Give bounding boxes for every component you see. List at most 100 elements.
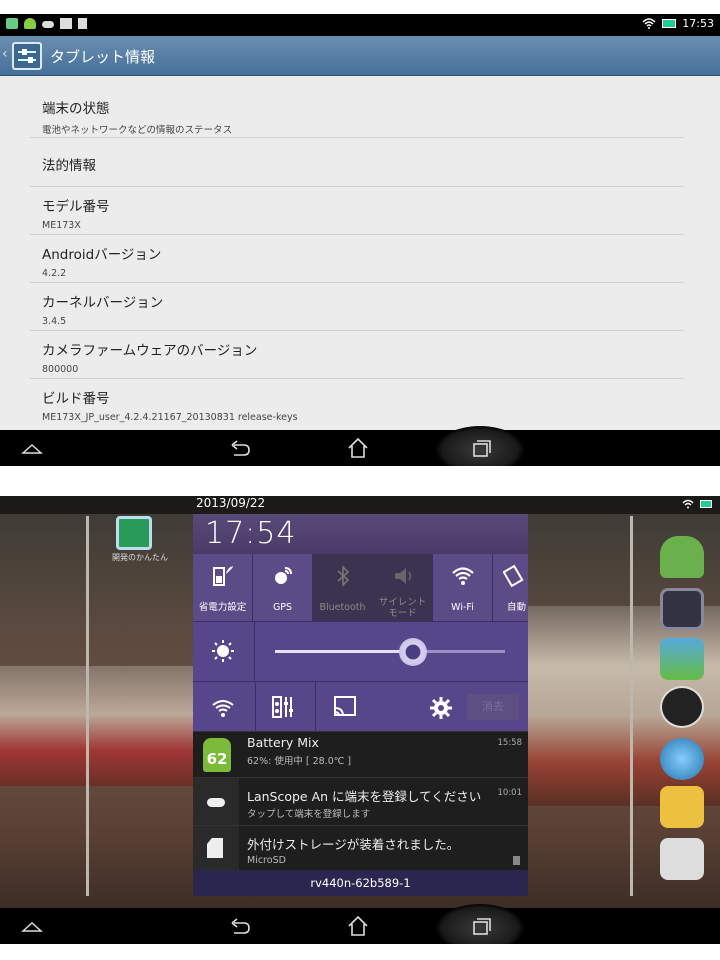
list-item-android-version[interactable]: Androidバージョン 4.2.2 xyxy=(30,235,684,283)
battery-icon xyxy=(700,500,712,508)
battery-icon xyxy=(662,19,677,28)
notification-battery-mix[interactable]: 62 Battery Mix 62%: 使用中 [ 28.0℃ ] 15:58 xyxy=(193,731,528,778)
notification-time: 10:01 xyxy=(497,788,523,798)
item-title: カーネルバージョン xyxy=(42,295,164,311)
sd-icon xyxy=(60,18,72,29)
clear-button[interactable]: 消去 xyxy=(467,694,519,720)
file-icon xyxy=(78,18,87,29)
item-subtitle: ME173X_JP_user_4.2.4.21167_20130831 rele… xyxy=(42,412,298,423)
item-title: カメラファームウェアのバージョン xyxy=(42,343,258,359)
menu-up-icon[interactable] xyxy=(18,437,46,459)
item-title: Androidバージョン xyxy=(42,247,162,263)
gallery-app-icon[interactable] xyxy=(660,638,710,684)
item-subtitle: ME173X xyxy=(42,220,81,231)
brightness-row xyxy=(193,621,528,682)
qs-label: 省電力設定 xyxy=(198,602,247,613)
notification-icon xyxy=(6,18,18,29)
brightness-icon[interactable] xyxy=(211,639,235,663)
bluetooth-icon xyxy=(337,565,350,587)
notification-subtitle: 62%: 使用中 [ 28.0℃ ] xyxy=(247,756,352,767)
wifi-icon xyxy=(452,567,474,585)
notification-subtitle: タップして端末を登録します xyxy=(247,809,371,820)
notification-lanscope[interactable]: LanScope An に端末を登録してください タップして端末を登録します 1… xyxy=(193,777,528,826)
sd-small-icon xyxy=(513,856,520,865)
globe-app-icon[interactable] xyxy=(660,738,710,784)
settings-list: 端末の状態 電池やネットワークなどの情報のステータス 法的情報 モデル番号 ME… xyxy=(30,76,684,427)
screen-cast-icon[interactable] xyxy=(331,694,359,720)
notification-storage[interactable]: 外付けストレージが装着されました。 MicroSD xyxy=(193,825,528,871)
item-subtitle: 4.2.2 xyxy=(42,268,67,279)
page-title: タブレット情報 xyxy=(50,48,156,66)
cloud-icon xyxy=(193,778,239,826)
notification-time: 15:58 xyxy=(497,738,523,748)
item-title: 端末の状態 xyxy=(42,101,110,117)
qs-label: GPS xyxy=(272,602,293,613)
power-saver-icon xyxy=(213,566,233,586)
qs-auto-rotate[interactable]: 自動 xyxy=(493,554,528,621)
notification-subtitle: MicroSD xyxy=(247,855,286,866)
android-mascot-icon[interactable] xyxy=(660,536,710,582)
wifi-icon xyxy=(642,18,656,29)
item-subtitle: 電池やネットワークなどの情報のステータス xyxy=(42,125,233,136)
list-item-camera-firmware: カメラファームウェアのバージョン 800000 xyxy=(30,331,684,379)
list-item-status[interactable]: 端末の状態 電池やネットワークなどの情報のステータス xyxy=(30,76,684,138)
qs-bluetooth[interactable]: Bluetooth xyxy=(313,554,373,621)
app-drawer-icon[interactable] xyxy=(660,686,710,732)
sd-card-icon xyxy=(193,826,239,871)
menu-up-icon[interactable] xyxy=(18,915,46,937)
cloud-icon xyxy=(42,21,54,28)
back-caret-icon[interactable]: ‹ xyxy=(2,46,8,62)
qs-wifi[interactable]: Wi-Fi xyxy=(433,554,493,621)
notification-title: LanScope An に端末を登録してください xyxy=(247,789,482,804)
brightness-thumb[interactable] xyxy=(399,638,427,666)
home-icon[interactable] xyxy=(344,437,372,459)
wallpaper-train-left xyxy=(0,666,200,786)
qs-power-saver[interactable]: 省電力設定 xyxy=(193,554,253,621)
home-icon[interactable] xyxy=(344,915,372,937)
brightness-fill xyxy=(275,650,413,653)
home-app-icon[interactable]: 開発のかんたん xyxy=(112,516,168,576)
email-app-icon[interactable] xyxy=(660,786,710,832)
list-item-legal[interactable]: 法的情報 xyxy=(30,138,684,187)
recent-apps-icon[interactable] xyxy=(466,915,494,937)
qs-label: 自動 xyxy=(507,602,527,613)
item-title: 法的情報 xyxy=(42,158,96,174)
settings-app-icon xyxy=(12,42,42,70)
equalizer-icon[interactable] xyxy=(271,694,295,720)
gps-icon xyxy=(275,567,292,584)
notification-panel: 17:54 省電力設定 GPS Bluetooth サイレント モード Wi-F… xyxy=(193,514,528,896)
item-title: モデル番号 xyxy=(42,199,110,215)
action-bar[interactable]: ‹ タブレット情報 xyxy=(0,36,720,76)
date-text: 2013/09/22 xyxy=(196,496,266,510)
silent-icon xyxy=(395,568,412,584)
settings-gear-icon[interactable] xyxy=(429,696,453,720)
settings-screen: 17:53 ‹ タブレット情報 端末の状態 電池やネットワークなどの情報のステー… xyxy=(0,14,720,466)
status-bar: 17:53 xyxy=(0,14,720,36)
notification-screen: 開発のかんたん 2013/09/22 17:54 省電力設定 GPS Bluet… xyxy=(0,496,720,944)
item-subtitle: 800000 xyxy=(42,364,79,375)
notification-title: 外付けストレージが装着されました。 xyxy=(247,837,460,852)
play-store-icon[interactable] xyxy=(660,838,710,884)
back-icon[interactable] xyxy=(226,437,254,459)
status-time: 17:53 xyxy=(682,17,714,30)
qs-silent[interactable]: サイレント モード xyxy=(373,554,433,621)
battery-level-badge: 62 xyxy=(206,750,228,768)
wifi-settings-icon[interactable] xyxy=(211,695,237,719)
app-icon-label: 開発のかんたん xyxy=(112,553,168,562)
qs-gps[interactable]: GPS xyxy=(253,554,313,621)
qs-label: サイレント モード xyxy=(378,597,427,619)
app-icon-image xyxy=(116,516,152,550)
panel-footer: rv440n-62b589-1 xyxy=(193,870,528,896)
list-item-kernel: カーネルバージョン 3.4.5 xyxy=(30,283,684,331)
android-icon xyxy=(24,18,36,29)
brightness-slider[interactable] xyxy=(275,638,505,666)
navigation-bar xyxy=(0,904,720,944)
battery-mix-icon: 62 xyxy=(193,732,239,778)
back-icon[interactable] xyxy=(226,915,254,937)
item-title: ビルド番号 xyxy=(42,391,110,407)
recent-apps-icon[interactable] xyxy=(466,437,494,459)
list-item-build-number[interactable]: ビルド番号 ME173X_JP_user_4.2.4.21167_2013083… xyxy=(30,379,684,427)
navigation-bar xyxy=(0,426,720,466)
auto-rotate-icon xyxy=(503,564,524,588)
camera-app-icon[interactable] xyxy=(660,588,710,634)
